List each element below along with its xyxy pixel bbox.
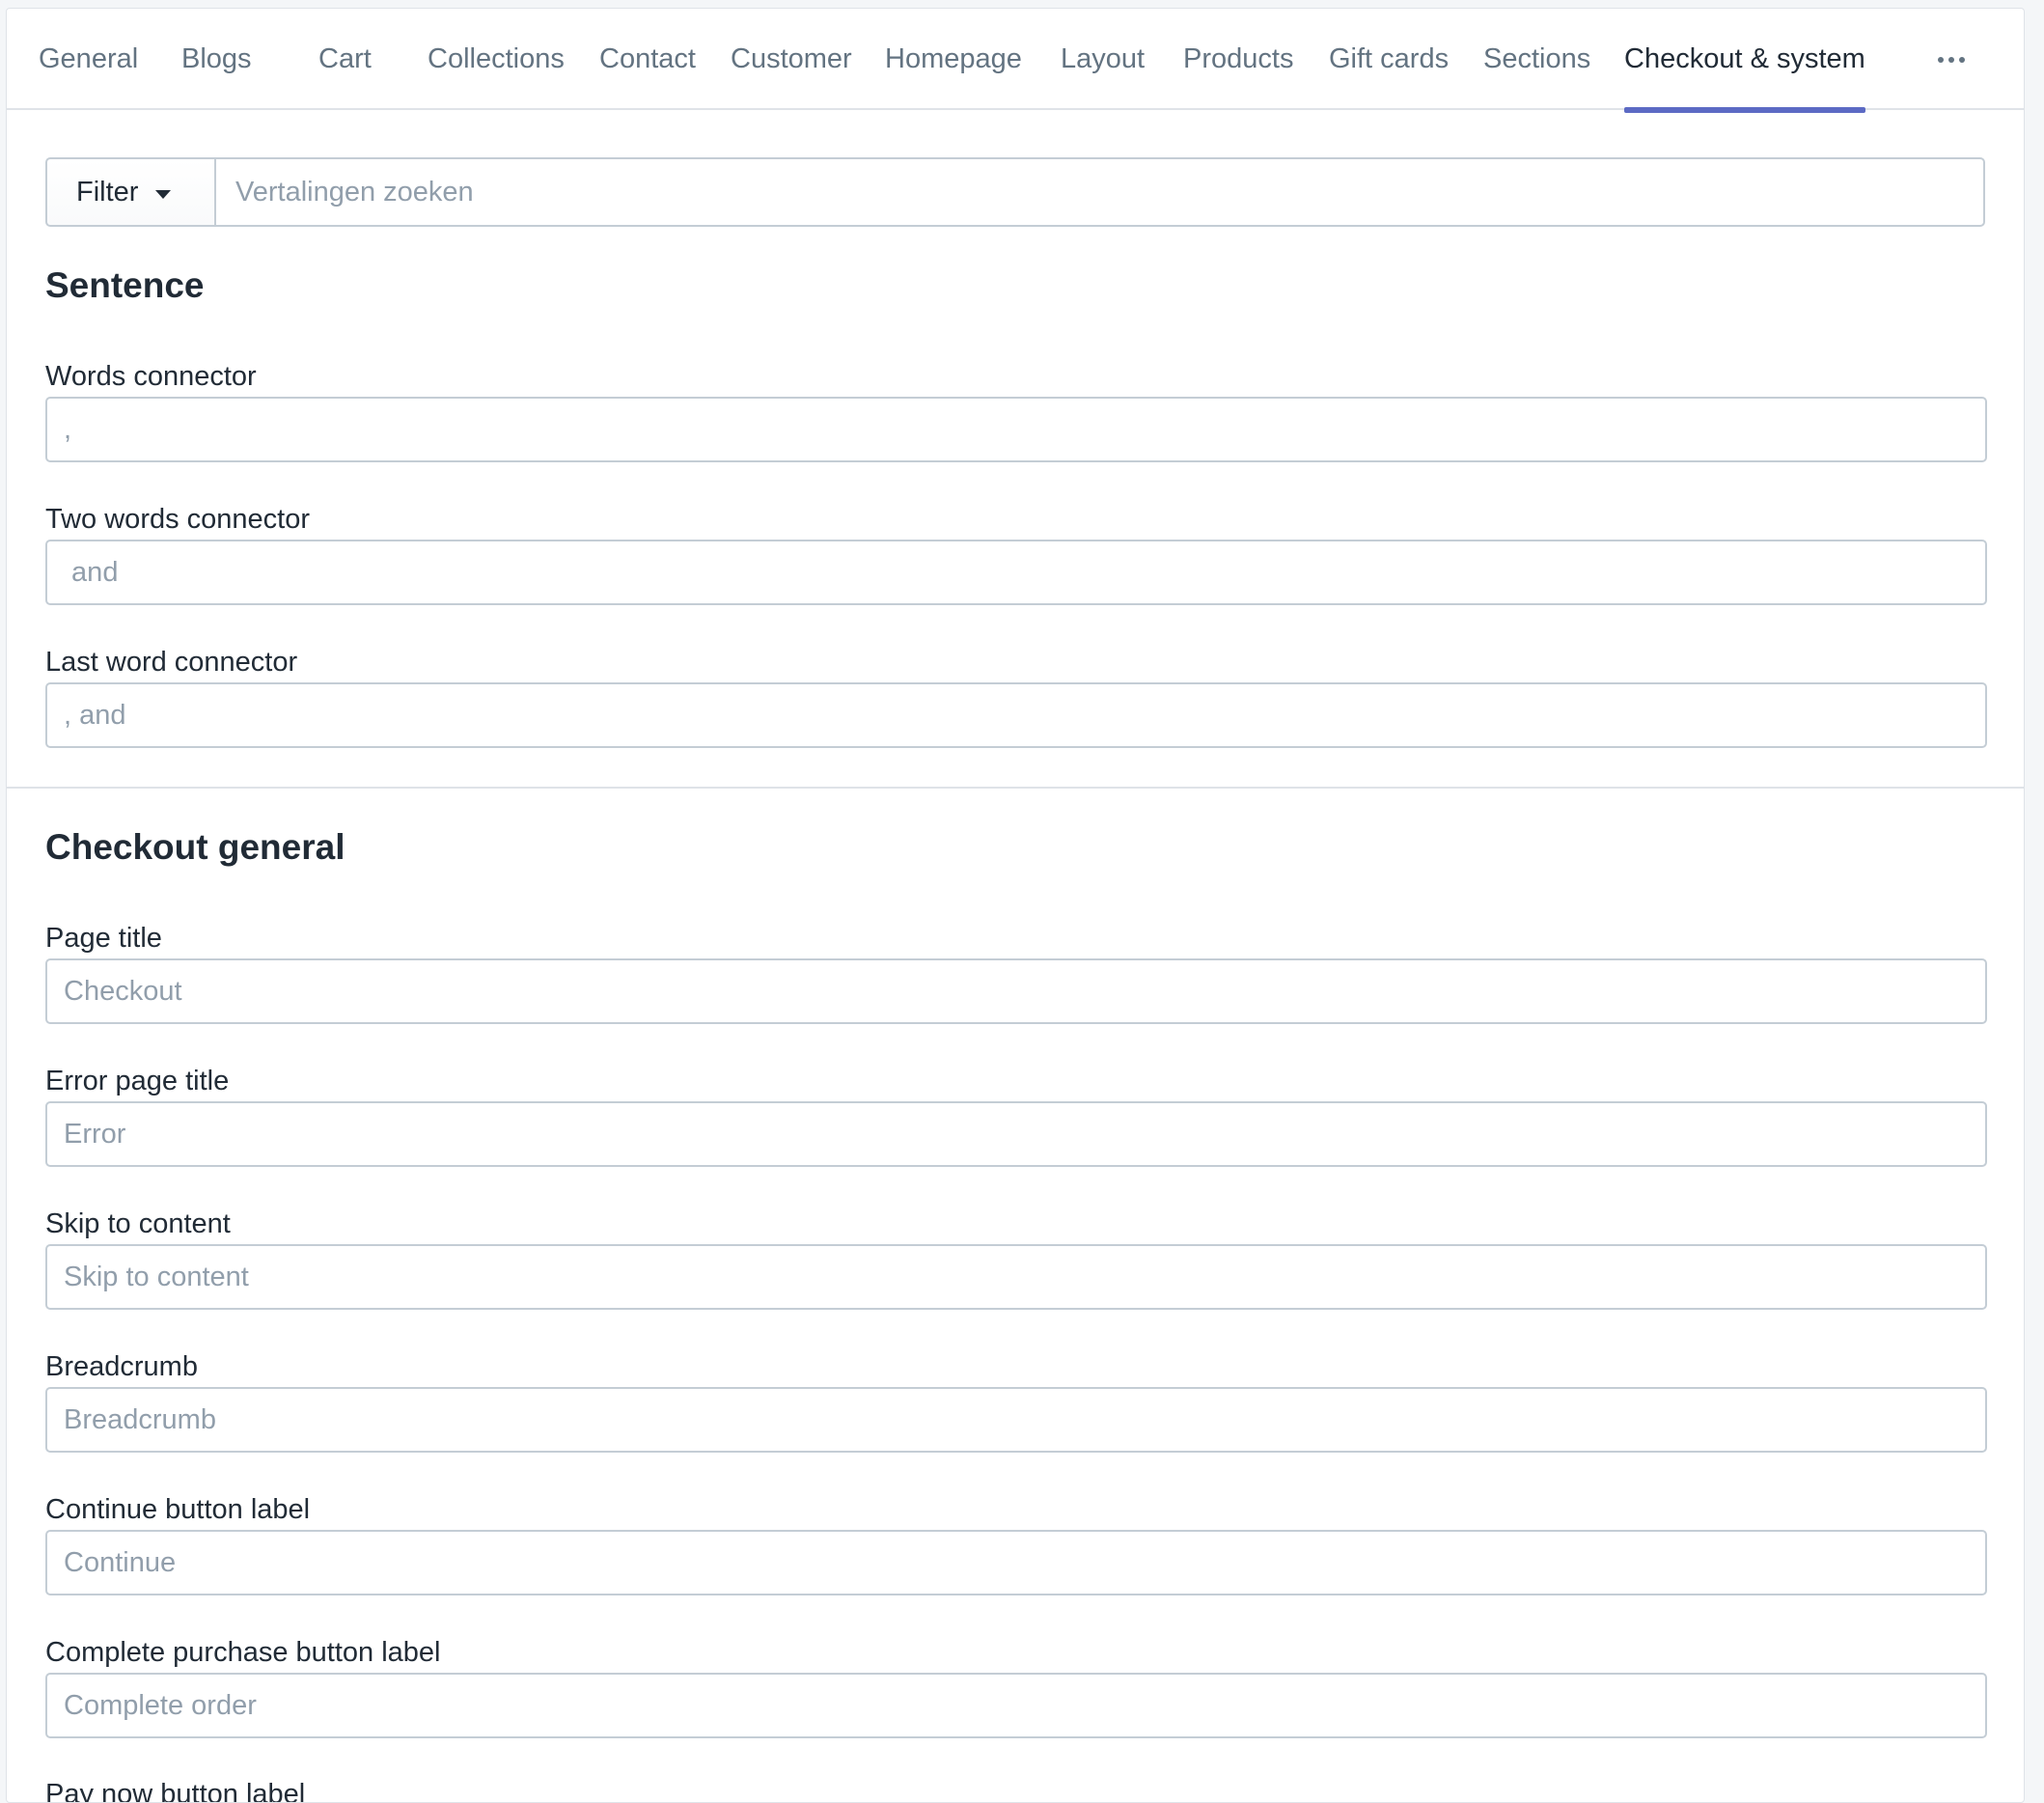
- field-label-last-word-connector: Last word connector: [45, 647, 298, 678]
- field-label-words-connector: Words connector: [45, 361, 257, 392]
- tab-homepage[interactable]: Homepage: [885, 9, 1022, 110]
- field-label-complete-purchase-button-label: Complete purchase button label: [45, 1637, 441, 1668]
- two-words-connector-input[interactable]: [45, 540, 1987, 605]
- tab-customer[interactable]: Customer: [731, 9, 852, 110]
- words-connector-input[interactable]: [45, 397, 1987, 462]
- continue-button-label-input[interactable]: [45, 1530, 1987, 1595]
- tab-general[interactable]: General: [39, 9, 138, 110]
- page-title-input[interactable]: [45, 958, 1987, 1024]
- field-label-continue-button-label: Continue button label: [45, 1494, 311, 1525]
- tab-cart[interactable]: Cart: [318, 9, 372, 110]
- section-divider: [7, 787, 2024, 789]
- field-label-page-title: Page title: [45, 923, 162, 954]
- more-dots-icon[interactable]: [1927, 9, 1975, 110]
- filter-search-bar: Filter: [45, 157, 1985, 227]
- tab-layout[interactable]: Layout: [1061, 9, 1145, 110]
- field-label-error-page-title: Error page title: [45, 1066, 230, 1096]
- section-title-checkout-general: Checkout general: [45, 827, 345, 867]
- tab-collections[interactable]: Collections: [428, 9, 565, 110]
- tab-gift-cards[interactable]: Gift cards: [1329, 9, 1449, 110]
- field-label-pay-now-button-label: Pay now button label: [45, 1779, 306, 1803]
- breadcrumb-input[interactable]: [45, 1387, 1987, 1453]
- field-label-two-words-connector: Two words connector: [45, 504, 311, 535]
- search-translations-input[interactable]: [214, 157, 1985, 227]
- caret-down-icon: [155, 189, 172, 199]
- complete-purchase-button-label-input[interactable]: [45, 1673, 1987, 1738]
- error-page-title-input[interactable]: [45, 1101, 1987, 1167]
- field-label-skip-to-content: Skip to content: [45, 1208, 231, 1239]
- skip-to-content-input[interactable]: [45, 1244, 1987, 1310]
- tab-checkout-system[interactable]: Checkout & system: [1624, 9, 1865, 113]
- translations-card: General Blogs Cart Collections Contact C…: [6, 8, 2025, 1803]
- tab-bar: General Blogs Cart Collections Contact C…: [7, 9, 2024, 113]
- filter-button[interactable]: Filter: [45, 157, 214, 227]
- filter-button-label: Filter: [76, 176, 139, 208]
- last-word-connector-input[interactable]: [45, 682, 1987, 748]
- section-title-sentence: Sentence: [45, 265, 205, 305]
- tab-products[interactable]: Products: [1183, 9, 1293, 110]
- tab-blogs[interactable]: Blogs: [181, 9, 252, 110]
- tab-sections[interactable]: Sections: [1483, 9, 1590, 110]
- field-label-breadcrumb: Breadcrumb: [45, 1351, 198, 1382]
- tab-contact[interactable]: Contact: [599, 9, 696, 110]
